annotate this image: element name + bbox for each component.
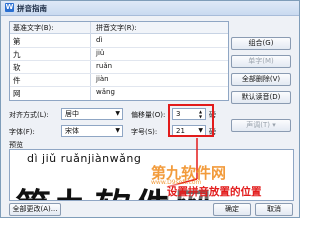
align-label: 对齐方式(L): — [9, 111, 49, 119]
base-char[interactable]: 软 — [13, 62, 21, 73]
wps-app-icon: W — [5, 3, 14, 12]
pinyin-guide-dialog: W 拼音指南 基准文字(B): 拼音文字(R): 第 dì 九 jiǔ 软 ru… — [0, 0, 300, 218]
title-bar: W 拼音指南 — [1, 1, 299, 16]
ok-button[interactable]: 确定 — [213, 203, 251, 216]
clear-all-button[interactable]: 全部删除(V) — [231, 73, 291, 86]
group-button[interactable]: 组合(G) — [231, 37, 291, 50]
pinyin-text[interactable]: jiǔ — [96, 49, 104, 57]
base-char[interactable]: 网 — [13, 88, 21, 99]
base-char[interactable]: 九 — [13, 49, 21, 60]
cancel-button[interactable]: 取消 — [255, 203, 293, 216]
tone-button[interactable]: 声调(T) ▾ — [231, 119, 291, 132]
align-select[interactable]: 居中 ▼ — [61, 108, 123, 120]
pinyin-text[interactable]: jiàn — [96, 75, 109, 83]
font-label: 字体(F): — [9, 128, 35, 136]
tone-button-label: 声调(T) — [246, 121, 270, 129]
highlight-box — [168, 104, 214, 137]
font-select[interactable]: 宋体 ▼ — [61, 125, 123, 137]
grid-header: 基准文字(B): 拼音文字(R): — [10, 22, 228, 34]
base-char[interactable]: 第 — [13, 36, 21, 47]
grid-row[interactable]: 九 jiǔ — [10, 47, 228, 61]
chevron-down-icon: ▼ — [115, 110, 120, 117]
font-value: 宋体 — [65, 127, 79, 135]
default-reading-button[interactable]: 默认读音(D) — [231, 91, 291, 104]
single-char-button[interactable]: 单字(M) — [231, 55, 291, 68]
window-title: 拼音指南 — [17, 4, 47, 13]
base-char[interactable]: 件 — [13, 75, 21, 86]
col-pinyin-header: 拼音文字(R): — [96, 24, 137, 32]
annotation-text: 设置拼音放置的位置 — [167, 184, 262, 199]
grid-row[interactable]: 件 jiàn — [10, 73, 228, 87]
preview-pinyin: dì jiǔ ruǎnjiànwǎng — [27, 152, 142, 165]
col-text-header: 基准文字(B): — [13, 24, 54, 32]
pinyin-text[interactable]: ruǎn — [96, 62, 112, 70]
pinyin-grid: 基准文字(B): 拼音文字(R): 第 dì 九 jiǔ 软 ruǎn 件 ji… — [9, 21, 229, 101]
change-all-button[interactable]: 全部更改(A)... — [9, 203, 61, 216]
offset-label: 偏移量(O): — [131, 111, 166, 119]
pinyin-text[interactable]: dì — [96, 36, 102, 44]
size-label: 字号(S): — [131, 128, 158, 136]
align-value: 居中 — [65, 110, 79, 118]
grid-row[interactable]: 网 wǎng — [10, 86, 228, 99]
pinyin-text[interactable]: wǎng — [96, 88, 115, 96]
grid-row[interactable]: 软 ruǎn — [10, 60, 228, 74]
grid-row[interactable]: 第 dì — [10, 34, 228, 48]
chevron-down-icon: ▼ — [115, 127, 120, 134]
